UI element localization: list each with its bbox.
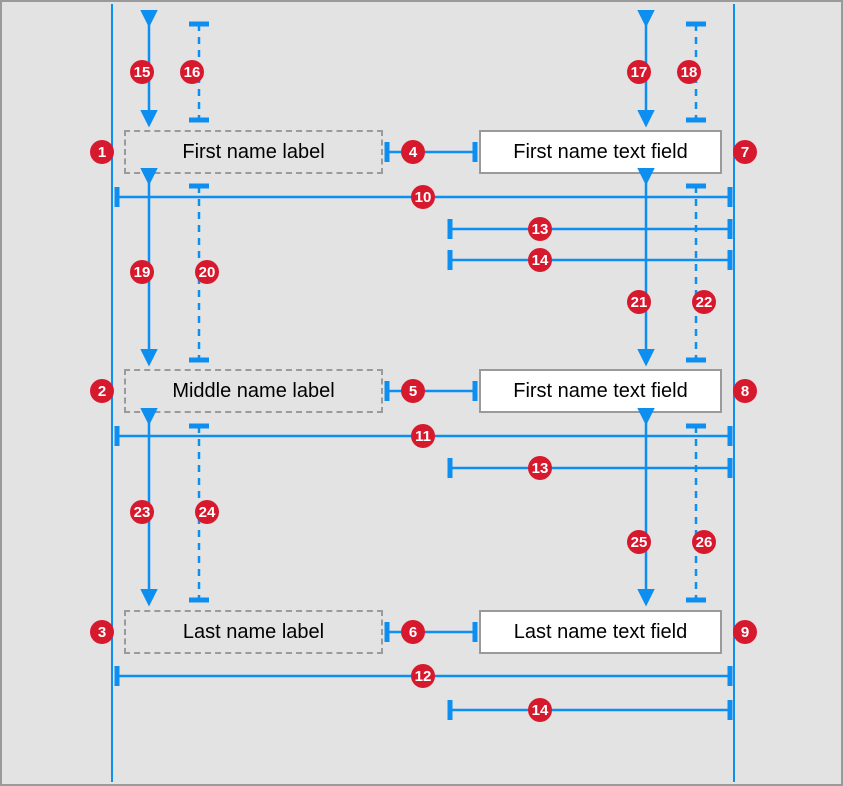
callout-25: 25 [627,530,651,554]
label-text: Last name label [183,621,324,643]
middle-name-text-field[interactable]: First name text field [479,369,722,413]
label-text: Middle name label [172,380,334,402]
callout-23: 23 [130,500,154,524]
callout-1: 1 [90,140,114,164]
callout-6: 6 [401,620,425,644]
callout-4: 4 [401,140,425,164]
callout-16: 16 [180,60,204,84]
callout-20: 20 [195,260,219,284]
callout-15: 15 [130,60,154,84]
field-text: Last name text field [514,621,687,643]
callout-9: 9 [733,620,757,644]
callout-3: 3 [90,620,114,644]
callout-13b: 13 [528,456,552,480]
callout-22: 22 [692,290,716,314]
middle-name-label-box: Middle name label [124,369,383,413]
last-name-text-field[interactable]: Last name text field [479,610,722,654]
first-name-label-box: First name label [124,130,383,174]
field-text: First name text field [513,141,688,163]
callout-8: 8 [733,379,757,403]
callout-12: 12 [411,664,435,688]
callout-24: 24 [195,500,219,524]
callout-2: 2 [90,379,114,403]
callout-14a: 14 [528,248,552,272]
callout-18: 18 [677,60,701,84]
callout-11: 11 [411,424,435,448]
constraint-diagram: First name label First name text field M… [0,0,843,786]
field-text: First name text field [513,380,688,402]
callout-17: 17 [627,60,651,84]
callout-5: 5 [401,379,425,403]
first-name-text-field[interactable]: First name text field [479,130,722,174]
callout-26: 26 [692,530,716,554]
callout-19: 19 [130,260,154,284]
callout-7: 7 [733,140,757,164]
callout-10: 10 [411,185,435,209]
last-name-label-box: Last name label [124,610,383,654]
callout-14b: 14 [528,698,552,722]
label-text: First name label [182,141,324,163]
callout-13a: 13 [528,217,552,241]
callout-21: 21 [627,290,651,314]
